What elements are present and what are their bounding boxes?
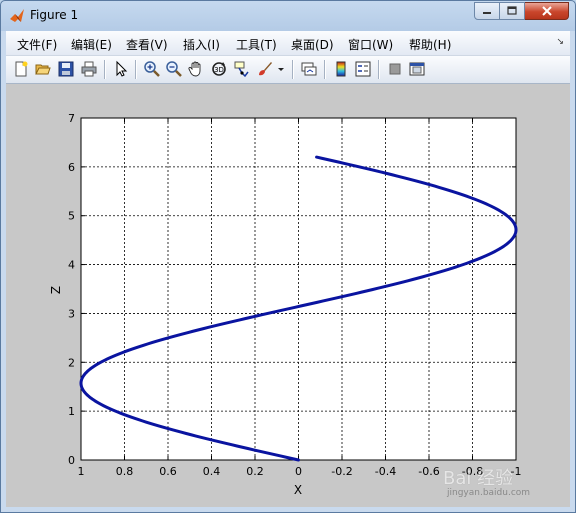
rotate-3d-icon: 3D: [212, 62, 226, 76]
menu-desktop[interactable]: 桌面(D): [291, 36, 334, 53]
x-tick-label: 1: [78, 465, 85, 478]
watermark-text: Bai 经验: [443, 468, 514, 489]
title-bar[interactable]: Figure 1: [1, 1, 575, 31]
menu-file[interactable]: 文件(F): [17, 36, 57, 53]
minimize-icon: [483, 12, 491, 14]
data-cursor-icon: [234, 61, 249, 78]
zoom-out-button[interactable]: [165, 60, 183, 78]
svg-text:3D: 3D: [214, 66, 224, 74]
y-tick-label: 7: [68, 112, 75, 125]
y-tick-label: 1: [68, 405, 75, 418]
edit-plot-button[interactable]: [112, 60, 130, 78]
new-figure-button[interactable]: [12, 60, 30, 78]
x-tick-label: 0: [295, 465, 302, 478]
open-file-icon: [35, 64, 51, 75]
minimize-button[interactable]: [474, 2, 500, 20]
menu-help[interactable]: 帮助(H): [409, 36, 451, 53]
show-plot-tools-button[interactable]: [408, 60, 426, 78]
x-tick-label: 0.8: [116, 465, 134, 478]
y-tick-label: 5: [68, 210, 75, 223]
open-file-button[interactable]: [34, 60, 52, 78]
toolbar-separator: [378, 60, 380, 79]
close-icon: [541, 6, 552, 16]
y-tick-label: 0: [68, 454, 75, 467]
show-plot-tools-icon: [409, 62, 425, 76]
legend-icon: [355, 61, 371, 77]
pan-button[interactable]: [187, 60, 205, 78]
axes-background: [80, 117, 517, 461]
x-tick-label: -0.6: [418, 465, 439, 478]
menu-edit[interactable]: 编辑(E): [71, 36, 112, 53]
x-tick-label: 0.4: [203, 465, 221, 478]
zoom-out-icon: [166, 61, 182, 77]
x-tick-label: 0.2: [246, 465, 264, 478]
x-axis-label: X: [294, 483, 302, 497]
menu-insert[interactable]: 插入(I): [183, 36, 220, 53]
y-tick-labels: 0 1 2 3 4 5 6 7: [68, 112, 75, 467]
colorbar-icon: [336, 61, 346, 77]
x-tick-label: -0.4: [375, 465, 396, 478]
plot-axes[interactable]: 1 0.8 0.6 0.4 0.2 0 -0.2 -0.4 -0.6 -0.8 -1 0123456…: [6, 84, 570, 507]
print-button[interactable]: [80, 60, 98, 78]
toolbar-separator: [324, 60, 326, 79]
save-icon: [58, 61, 74, 77]
watermark-logo: Bai 经验 jingyan.baidu.com: [443, 464, 569, 504]
x-tick-label: 0.6: [159, 465, 177, 478]
y-axis-label: Z: [49, 286, 63, 294]
maximize-icon: [507, 6, 517, 15]
pan-hand-icon: [188, 61, 201, 77]
data-cursor-button[interactable]: [233, 60, 251, 78]
menu-dock-arrow-icon[interactable]: ↘: [556, 37, 564, 47]
figure-window: Figure 1 文件(F) 编辑(E) 查看(V) 插入(I) 工具(T) 桌…: [0, 0, 576, 513]
insert-colorbar-button[interactable]: [332, 60, 350, 78]
y-tick-label: 4: [68, 259, 75, 272]
edit-plot-pointer-icon: [116, 60, 128, 77]
close-button[interactable]: [525, 2, 569, 20]
figure-toolbar: 3D: [6, 56, 570, 84]
insert-legend-button[interactable]: [354, 60, 372, 78]
zoom-in-button[interactable]: [143, 60, 161, 78]
toolbar-separator: [104, 60, 106, 79]
chevron-down-icon: [278, 68, 284, 71]
zoom-in-icon: [144, 61, 160, 77]
menu-view[interactable]: 查看(V): [126, 36, 168, 53]
hide-plot-tools-button[interactable]: [386, 60, 404, 78]
link-plot-button[interactable]: [300, 60, 318, 78]
save-button[interactable]: [57, 60, 75, 78]
brush-dropdown-button[interactable]: [276, 60, 286, 78]
menu-tools[interactable]: 工具(T): [236, 36, 277, 53]
menu-window[interactable]: 窗口(W): [348, 36, 393, 53]
hide-plot-tools-icon: [389, 63, 401, 75]
toolbar-separator: [292, 60, 294, 79]
y-tick-label: 3: [68, 307, 75, 320]
watermark-url: jingyan.baidu.com: [447, 488, 531, 498]
matlab-logo-icon: [10, 9, 24, 22]
brush-icon: [259, 62, 272, 76]
brush-button[interactable]: [256, 60, 274, 78]
x-tick-label: -0.2: [331, 465, 352, 478]
window-title: Figure 1: [30, 8, 79, 22]
toolbar-separator: [135, 60, 137, 79]
link-plot-icon: [301, 62, 317, 76]
menu-bar: 文件(F) 编辑(E) 查看(V) 插入(I) 工具(T) 桌面(D) 窗口(W…: [6, 31, 570, 56]
figure-canvas: 1 0.8 0.6 0.4 0.2 0 -0.2 -0.4 -0.6 -0.8 -1 0123456…: [6, 84, 570, 507]
rotate-3d-button[interactable]: 3D: [210, 60, 228, 78]
y-tick-label: 6: [68, 161, 75, 174]
y-tick-label: 2: [68, 356, 75, 369]
print-icon: [81, 61, 97, 77]
maximize-button[interactable]: [500, 2, 525, 20]
new-figure-icon: [15, 61, 28, 77]
